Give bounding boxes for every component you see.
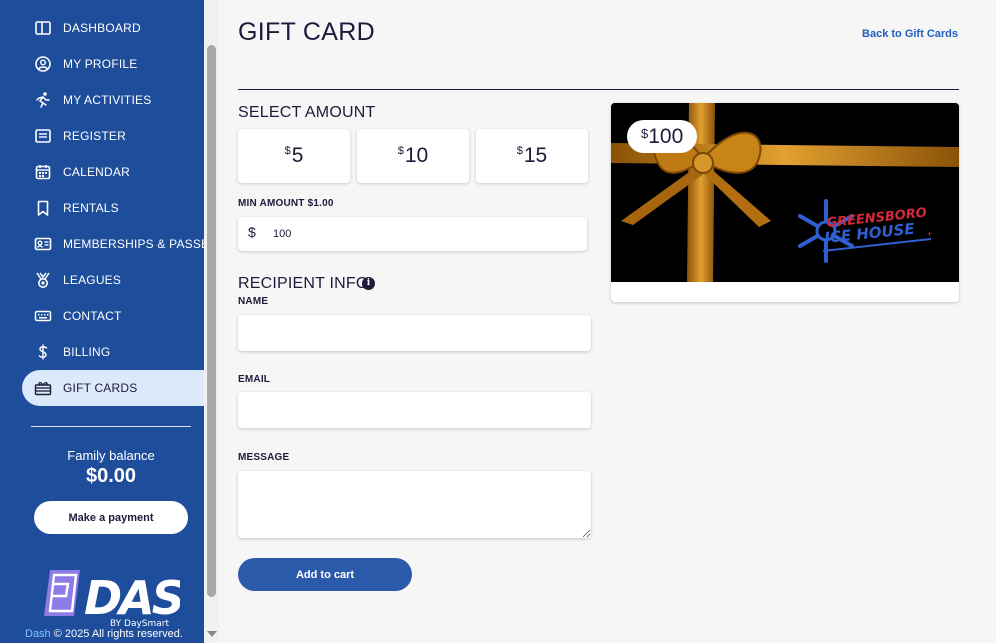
keyboard-icon xyxy=(34,310,52,322)
sidebar-item-label: CALENDAR xyxy=(63,165,130,179)
card-currency: $ xyxy=(641,126,649,141)
sidebar-item-rentals[interactable]: RENTALS xyxy=(0,190,204,226)
amount-value: 15 xyxy=(523,144,548,167)
amount-option-10[interactable]: $10 xyxy=(357,129,469,183)
amount-currency: $ xyxy=(397,145,404,157)
amount-input-currency: $ xyxy=(248,224,256,240)
amount-currency: $ xyxy=(284,145,291,157)
activities-icon xyxy=(36,92,50,108)
sidebar-item-gift-cards[interactable]: GIFT CARDS xyxy=(22,370,204,406)
sidebar-item-label: REGISTER xyxy=(63,129,126,143)
name-label: NAME xyxy=(238,296,269,307)
copyright: Dash © 2025 All rights reserved. xyxy=(25,628,183,640)
email-field[interactable] xyxy=(238,392,591,428)
sidebar-item-label: LEAGUES xyxy=(63,273,122,287)
header-divider xyxy=(238,89,959,90)
sidebar-item-register[interactable]: REGISTER xyxy=(0,118,204,154)
sidebar-item-label: CONTACT xyxy=(63,309,122,323)
dash-logo-subtext: BY DaySmart xyxy=(110,619,170,628)
amount-input-value: 100 xyxy=(273,228,292,240)
dash-logo-text: DASH xyxy=(84,571,180,625)
sidebar-scrollbar[interactable] xyxy=(204,0,219,643)
sidebar-nav: DASHBOARD MY PROFILE MY ACTIVITIES REGIS… xyxy=(0,10,217,406)
sidebar: DASHBOARD MY PROFILE MY ACTIVITIES REGIS… xyxy=(0,0,217,643)
back-to-gift-cards-link[interactable]: Back to Gift Cards xyxy=(862,28,958,40)
copyright-brand[interactable]: Dash xyxy=(25,628,51,640)
info-icon[interactable]: i xyxy=(362,277,375,290)
id-card-icon xyxy=(34,237,52,251)
profile-icon xyxy=(35,56,51,72)
sidebar-item-contact[interactable]: CONTACT xyxy=(0,298,204,334)
scroll-down-arrow-icon[interactable] xyxy=(207,631,217,637)
gift-icon xyxy=(34,382,52,396)
sidebar-item-label: BILLING xyxy=(63,345,111,359)
custom-amount-input[interactable]: $ 100 xyxy=(238,217,587,251)
dollar-icon xyxy=(38,344,48,360)
sidebar-item-dashboard[interactable]: DASHBOARD xyxy=(0,10,204,46)
select-amount-title: SELECT AMOUNT xyxy=(238,104,376,121)
make-payment-button[interactable]: Make a payment xyxy=(34,501,188,534)
register-icon xyxy=(35,129,51,143)
recipient-info-title: RECIPIENT INFO xyxy=(238,275,369,292)
medal-icon xyxy=(36,272,50,288)
family-balance-label: Family balance xyxy=(67,448,155,463)
sidebar-item-calendar[interactable]: CALENDAR xyxy=(0,154,204,190)
email-label: EMAIL xyxy=(238,374,271,385)
sidebar-item-my-profile[interactable]: MY PROFILE xyxy=(0,46,204,82)
sidebar-item-label: MY ACTIVITIES xyxy=(63,93,152,107)
svg-text:+: + xyxy=(927,229,932,239)
sidebar-item-label: DASHBOARD xyxy=(63,21,141,35)
sidebar-divider xyxy=(31,426,191,427)
dash-logo: DASH BY DaySmart xyxy=(44,570,180,628)
amount-value: 10 xyxy=(404,144,429,167)
sidebar-item-label: MY PROFILE xyxy=(63,57,138,71)
sidebar-item-my-activities[interactable]: MY ACTIVITIES xyxy=(0,82,204,118)
amount-currency: $ xyxy=(516,145,523,157)
message-field[interactable] xyxy=(238,471,591,538)
sidebar-item-label: RENTALS xyxy=(63,201,119,215)
bookmark-icon xyxy=(37,200,49,216)
name-field[interactable] xyxy=(238,315,591,351)
sidebar-item-leagues[interactable]: LEAGUES xyxy=(0,262,204,298)
card-amount: 100 xyxy=(648,124,684,148)
sidebar-item-billing[interactable]: BILLING xyxy=(0,334,204,370)
amount-option-15[interactable]: $15 xyxy=(476,129,588,183)
message-label: MESSAGE xyxy=(238,452,290,463)
dashboard-icon xyxy=(35,21,51,35)
amount-option-5[interactable]: $5 xyxy=(238,129,350,183)
family-balance-value: $0.00 xyxy=(85,465,137,487)
gift-card-preview: GREENSBORO ICE HOUSE + $100 xyxy=(611,103,959,302)
amount-value: 5 xyxy=(291,144,304,167)
add-to-cart-button[interactable]: Add to cart xyxy=(238,558,412,591)
calendar-icon xyxy=(35,165,51,180)
scrollbar-thumb[interactable] xyxy=(207,45,216,597)
copyright-text: © 2025 All rights reserved. xyxy=(53,628,183,640)
sidebar-item-label: GIFT CARDS xyxy=(63,381,138,395)
sidebar-item-label: MEMBERSHIPS & PASSES xyxy=(63,237,218,251)
sidebar-item-memberships-passes[interactable]: MEMBERSHIPS & PASSES xyxy=(0,226,217,262)
min-amount-label: MIN AMOUNT $1.00 xyxy=(238,198,334,209)
page-title: GIFT CARD xyxy=(238,18,375,46)
card-amount-badge: $100 xyxy=(627,120,698,153)
